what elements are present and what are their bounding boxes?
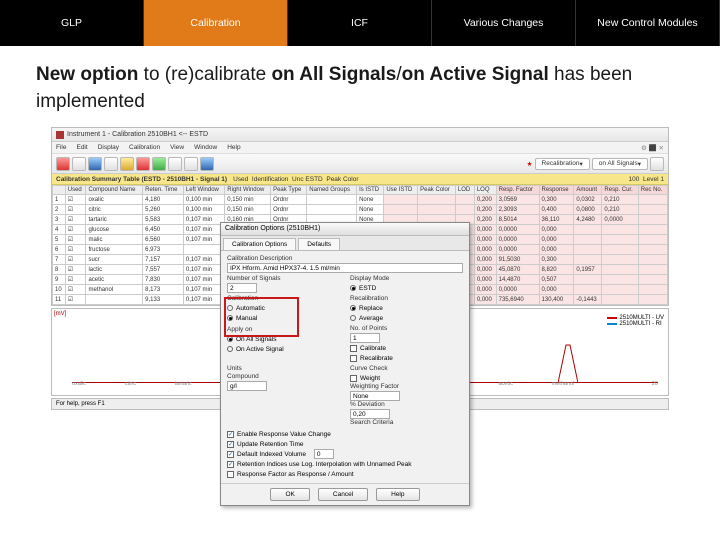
tab-icf[interactable]: ICF <box>288 0 432 46</box>
cancel-button[interactable]: Cancel <box>318 488 368 501</box>
toolbar-btn[interactable] <box>104 157 118 171</box>
window-title: Instrument 1 - Calibration 2510BH1 <-- E… <box>67 131 208 138</box>
tab-calibration[interactable]: Calibration <box>144 0 288 46</box>
top-tabs: GLP Calibration ICF Various Changes New … <box>0 0 720 46</box>
dialog-title: Calibration Options (2510BH1) <box>221 223 469 236</box>
menu-window[interactable]: Window <box>194 144 217 151</box>
toolbar-btn[interactable] <box>136 157 150 171</box>
dialog-tabs: Calibration Options Defaults <box>221 236 469 251</box>
desc-label: Calibration Description <box>227 255 463 262</box>
ok-button[interactable]: OK <box>270 488 309 501</box>
chk-default-vol[interactable]: ✓Default Indexed Volume 0 <box>227 449 463 459</box>
toolbar-btn[interactable] <box>120 157 134 171</box>
recal-average-radio[interactable]: Average <box>350 313 463 323</box>
numpts-input[interactable]: 1 <box>350 333 380 343</box>
chk-ret-indices[interactable]: ✓Retention Indices use Log. Interpolatio… <box>227 459 463 469</box>
numpts-label: No. of Points <box>350 325 463 332</box>
help-button[interactable]: Help <box>376 488 419 501</box>
recal-replace-radio[interactable]: Replace <box>350 303 463 313</box>
menu-view[interactable]: View <box>170 144 184 151</box>
calibration-options-dialog: Calibration Options (2510BH1) Calibratio… <box>220 222 470 506</box>
recal-dropdown[interactable]: Recalibration ▾ <box>535 158 590 170</box>
menu-display[interactable]: Display <box>98 144 119 151</box>
numsig-label: Number of Signals <box>227 275 340 282</box>
toolbar-btn[interactable] <box>200 157 214 171</box>
apply-active-radio[interactable]: On Active Signal <box>227 344 340 354</box>
menu-calibration[interactable]: Calibration <box>129 144 160 151</box>
toolbar-btn[interactable] <box>168 157 182 171</box>
titlebar: Instrument 1 - Calibration 2510BH1 <-- E… <box>52 128 668 142</box>
chk-resp-factor[interactable]: Response Factor as Response / Amount <box>227 469 463 479</box>
display-label: Display Mode <box>350 275 463 282</box>
all-signals-dropdown[interactable]: on All Signals ▾ <box>592 158 648 170</box>
menu-file[interactable]: File <box>56 144 66 151</box>
summary-bar: Calibration Summary Table (ESTD - 2510BH… <box>52 174 668 185</box>
toolbar-btn[interactable] <box>88 157 102 171</box>
toolbar-btn[interactable] <box>72 157 86 171</box>
y-axis-label: [mV] <box>54 311 66 317</box>
compound-input[interactable]: g/l <box>227 381 267 391</box>
tab-new-control-modules[interactable]: New Control Modules <box>576 0 720 46</box>
toolbar-btn[interactable] <box>650 157 664 171</box>
dlg-tab-defaults[interactable]: Defaults <box>298 238 340 250</box>
toolbar-btn[interactable] <box>152 157 166 171</box>
recal-label: Recalibration <box>350 295 463 302</box>
numsig-input[interactable]: 2 <box>227 283 257 293</box>
app-icon <box>56 131 64 139</box>
toolbar-btn[interactable] <box>184 157 198 171</box>
menu-help[interactable]: Help <box>227 144 240 151</box>
desc-input[interactable]: IPX Hform. Amid HPX37-4. 1.5 ml/min <box>227 263 463 273</box>
headline: New option to (re)calibrate on All Signa… <box>0 46 720 123</box>
menu-edit[interactable]: Edit <box>76 144 87 151</box>
toolbar-btn[interactable] <box>56 157 70 171</box>
highlight-applyon <box>224 297 299 337</box>
menubar: File Edit Display Calibration View Windo… <box>52 142 668 154</box>
tab-glp[interactable]: GLP <box>0 0 144 46</box>
tab-various-changes[interactable]: Various Changes <box>432 0 576 46</box>
toolbar: ★ Recalibration ▾ on All Signals ▾ <box>52 154 668 174</box>
chk-update-rt[interactable]: ✓Update Retention Time <box>227 439 463 449</box>
chart-legend: 2510MULTI - UV 2510MULTI - RI <box>607 315 664 327</box>
dlg-tab-options[interactable]: Calibration Options <box>223 238 296 250</box>
display-estd-radio[interactable]: ESTD <box>350 283 463 293</box>
chk-enable-response[interactable]: ✓Enable Response Value Change <box>227 429 463 439</box>
